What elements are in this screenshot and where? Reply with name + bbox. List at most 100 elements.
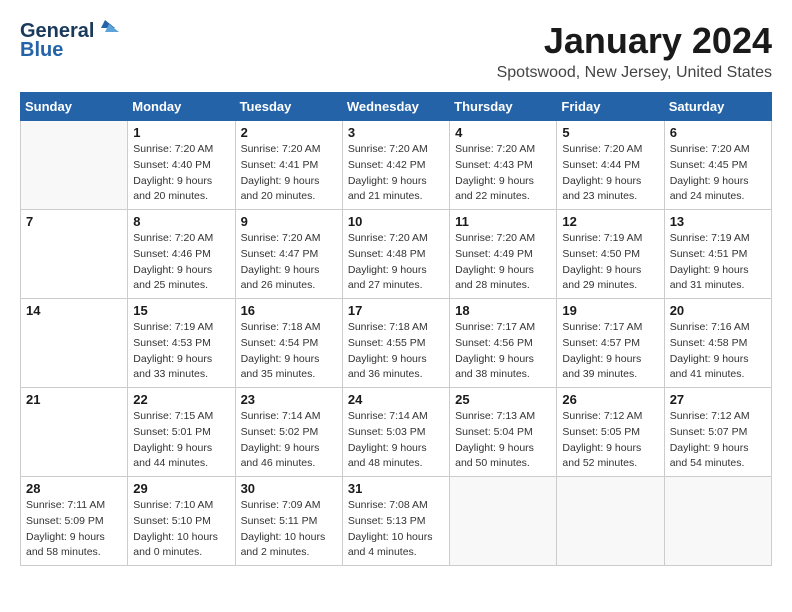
week-row-1: 1Sunrise: 7:20 AMSunset: 4:40 PMDaylight…: [21, 121, 772, 210]
day-number: 24: [348, 392, 444, 407]
day-number: 11: [455, 214, 551, 229]
day-number: 27: [670, 392, 766, 407]
table-row: 13 Sunrise: 7:19 AMSunset: 4:51 PMDayligh…: [664, 210, 771, 299]
day-info: Sunrise: 7:20 AMSunset: 4:42 PMDaylight:…: [348, 142, 444, 205]
day-number: 2: [241, 125, 337, 140]
day-info: Sunrise: 7:11 AMSunset: 5:09 PMDaylight:…: [26, 498, 122, 561]
title-area: January 2024 Spotswood, New Jersey, Unit…: [497, 20, 772, 82]
table-row: 19 Sunrise: 7:17 AMSunset: 4:57 PMDayligh…: [557, 299, 664, 388]
day-info: Sunrise: 7:20 AMSunset: 4:49 PMDaylight:…: [455, 231, 551, 294]
page-header: General Blue January 2024 Spotswood, New…: [20, 20, 772, 82]
day-info: Sunrise: 7:12 AMSunset: 5:05 PMDaylight:…: [562, 409, 658, 472]
table-row: 5 Sunrise: 7:20 AMSunset: 4:44 PMDaylight…: [557, 121, 664, 210]
week-row-3: 14 15 Sunrise: 7:19 AMSunset: 4:53 PMDayli…: [21, 299, 772, 388]
calendar-table: Sunday Monday Tuesday Wednesday Thursday…: [20, 92, 772, 566]
table-row: 25 Sunrise: 7:13 AMSunset: 5:04 PMDayligh…: [450, 388, 557, 477]
day-number: 20: [670, 303, 766, 318]
day-number: 7: [26, 214, 122, 229]
day-number: 12: [562, 214, 658, 229]
day-info: Sunrise: 7:14 AMSunset: 5:02 PMDaylight:…: [241, 409, 337, 472]
day-number: 21: [26, 392, 122, 407]
table-row: 1Sunrise: 7:20 AMSunset: 4:40 PMDaylight…: [128, 121, 235, 210]
table-row: [21, 121, 128, 210]
day-number: 4: [455, 125, 551, 140]
day-number: 30: [241, 481, 337, 496]
day-info: Sunrise: 7:20 AMSunset: 4:44 PMDaylight:…: [562, 142, 658, 205]
day-info: Sunrise: 7:20 AMSunset: 4:43 PMDaylight:…: [455, 142, 551, 205]
table-row: 8 Sunrise: 7:20 AMSunset: 4:46 PMDaylight…: [128, 210, 235, 299]
day-number: 17: [348, 303, 444, 318]
logo-blue: Blue: [20, 39, 63, 62]
day-info: Sunrise: 7:20 AMSunset: 4:45 PMDaylight:…: [670, 142, 766, 205]
table-row: 7: [21, 210, 128, 299]
day-info: Sunrise: 7:18 AMSunset: 4:55 PMDaylight:…: [348, 320, 444, 383]
table-row: 23 Sunrise: 7:14 AMSunset: 5:02 PMDayligh…: [235, 388, 342, 477]
month-title: January 2024: [497, 20, 772, 62]
day-info: Sunrise: 7:09 AMSunset: 5:11 PMDaylight:…: [241, 498, 337, 561]
week-row-2: 78 Sunrise: 7:20 AMSunset: 4:46 PMDayligh…: [21, 210, 772, 299]
table-row: 3 Sunrise: 7:20 AMSunset: 4:42 PMDaylight…: [342, 121, 449, 210]
table-row: 29Sunrise: 7:10 AMSunset: 5:10 PMDayligh…: [128, 477, 235, 566]
table-row: 21: [21, 388, 128, 477]
day-info: Sunrise: 7:19 AMSunset: 4:50 PMDaylight:…: [562, 231, 658, 294]
table-row: 20Sunrise: 7:16 AMSunset: 4:58 PMDayligh…: [664, 299, 771, 388]
table-row: 14: [21, 299, 128, 388]
day-number: 31: [348, 481, 444, 496]
table-row: 6 Sunrise: 7:20 AMSunset: 4:45 PMDaylight…: [664, 121, 771, 210]
table-row: 31 Sunrise: 7:08 AMSunset: 5:13 PMDayligh…: [342, 477, 449, 566]
day-info: Sunrise: 7:14 AMSunset: 5:03 PMDaylight:…: [348, 409, 444, 472]
table-row: 22 Sunrise: 7:15 AMSunset: 5:01 PMDayligh…: [128, 388, 235, 477]
day-number: 29: [133, 481, 229, 496]
day-number: 15: [133, 303, 229, 318]
week-row-5: 28Sunrise: 7:11 AMSunset: 5:09 PMDayligh…: [21, 477, 772, 566]
logo: General Blue: [20, 20, 119, 62]
table-row: 24 Sunrise: 7:14 AMSunset: 5:03 PMDayligh…: [342, 388, 449, 477]
table-row: [450, 477, 557, 566]
day-info: Sunrise: 7:12 AMSunset: 5:07 PMDaylight:…: [670, 409, 766, 472]
table-row: 27 Sunrise: 7:12 AMSunset: 5:07 PMDayligh…: [664, 388, 771, 477]
day-number: 9: [241, 214, 337, 229]
table-row: 30 Sunrise: 7:09 AMSunset: 5:11 PMDayligh…: [235, 477, 342, 566]
header-wednesday: Wednesday: [342, 93, 449, 121]
day-number: 13: [670, 214, 766, 229]
header-thursday: Thursday: [450, 93, 557, 121]
day-info: Sunrise: 7:18 AMSunset: 4:54 PMDaylight:…: [241, 320, 337, 383]
day-number: 10: [348, 214, 444, 229]
day-number: 19: [562, 303, 658, 318]
table-row: [664, 477, 771, 566]
day-number: 14: [26, 303, 122, 318]
day-number: 5: [562, 125, 658, 140]
table-row: [557, 477, 664, 566]
day-info: Sunrise: 7:19 AMSunset: 4:51 PMDaylight:…: [670, 231, 766, 294]
day-number: 8: [133, 214, 229, 229]
table-row: 18 Sunrise: 7:17 AMSunset: 4:56 PMDayligh…: [450, 299, 557, 388]
day-info: Sunrise: 7:15 AMSunset: 5:01 PMDaylight:…: [133, 409, 229, 472]
week-row-4: 21 22 Sunrise: 7:15 AMSunset: 5:01 PMDayli…: [21, 388, 772, 477]
day-number: 25: [455, 392, 551, 407]
day-number: 18: [455, 303, 551, 318]
day-number: 3: [348, 125, 444, 140]
day-info: Sunrise: 7:08 AMSunset: 5:13 PMDaylight:…: [348, 498, 444, 561]
day-info: Sunrise: 7:20 AMSunset: 4:40 PMDaylight:…: [133, 142, 229, 205]
logo-bird-icon: [97, 20, 119, 40]
day-number: 16: [241, 303, 337, 318]
day-info: Sunrise: 7:20 AMSunset: 4:46 PMDaylight:…: [133, 231, 229, 294]
table-row: 28Sunrise: 7:11 AMSunset: 5:09 PMDayligh…: [21, 477, 128, 566]
header-friday: Friday: [557, 93, 664, 121]
day-info: Sunrise: 7:17 AMSunset: 4:57 PMDaylight:…: [562, 320, 658, 383]
day-info: Sunrise: 7:17 AMSunset: 4:56 PMDaylight:…: [455, 320, 551, 383]
table-row: 2 Sunrise: 7:20 AMSunset: 4:41 PMDaylight…: [235, 121, 342, 210]
day-number: 23: [241, 392, 337, 407]
day-number: 6: [670, 125, 766, 140]
day-info: Sunrise: 7:19 AMSunset: 4:53 PMDaylight:…: [133, 320, 229, 383]
weekday-header-row: Sunday Monday Tuesday Wednesday Thursday…: [21, 93, 772, 121]
day-info: Sunrise: 7:20 AMSunset: 4:41 PMDaylight:…: [241, 142, 337, 205]
table-row: 16 Sunrise: 7:18 AMSunset: 4:54 PMDayligh…: [235, 299, 342, 388]
table-row: 4 Sunrise: 7:20 AMSunset: 4:43 PMDaylight…: [450, 121, 557, 210]
table-row: 9Sunrise: 7:20 AMSunset: 4:47 PMDaylight…: [235, 210, 342, 299]
day-number: 22: [133, 392, 229, 407]
day-info: Sunrise: 7:13 AMSunset: 5:04 PMDaylight:…: [455, 409, 551, 472]
header-tuesday: Tuesday: [235, 93, 342, 121]
table-row: 12 Sunrise: 7:19 AMSunset: 4:50 PMDayligh…: [557, 210, 664, 299]
location: Spotswood, New Jersey, United States: [497, 64, 772, 82]
